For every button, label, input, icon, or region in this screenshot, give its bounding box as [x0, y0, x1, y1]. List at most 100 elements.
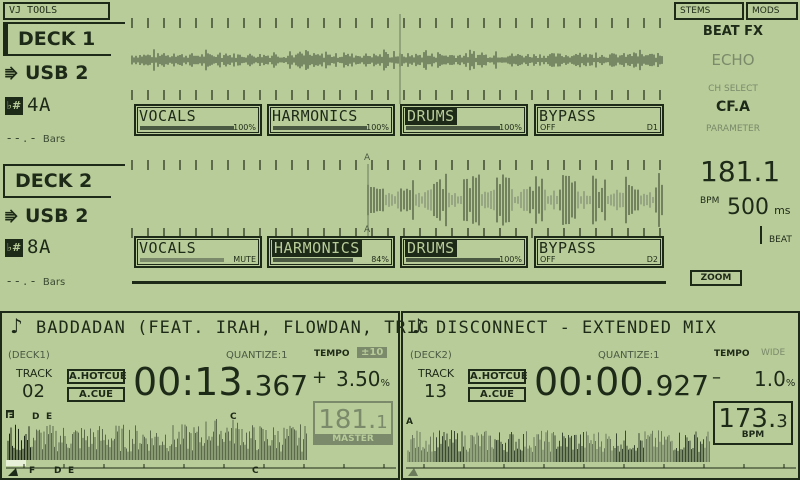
stem-off: OFF: [540, 255, 556, 264]
player1-tempo-sign: +: [312, 367, 328, 388]
zoom-button[interactable]: ZOOM: [690, 270, 742, 286]
player1-hotcue[interactable]: A.HOTCUE: [67, 369, 127, 384]
deck1-key-label: 4A: [27, 94, 51, 116]
deck2-stem-drums[interactable]: DRUMS 100%: [400, 236, 528, 268]
ch-select-value[interactable]: CF.A: [668, 99, 798, 115]
overview-cue-label: F: [7, 412, 13, 422]
player2-tempo-sign: –: [712, 367, 721, 388]
deck2-cue-marker-top: A: [364, 153, 371, 163]
player2-tempo-label: TEMPO: [714, 349, 750, 359]
deck2-key: ♭# 8A: [5, 236, 51, 258]
deck1-tab-label: DECK 1: [18, 28, 96, 50]
stem-label: HARMONICS: [272, 107, 358, 125]
player1-overview-waveform[interactable]: FFDDEECC: [4, 410, 398, 478]
usb-icon: ⭆: [5, 67, 18, 83]
player1-tempo-label: TEMPO: [314, 349, 350, 359]
stem-level-bar: [406, 258, 500, 262]
deck1-tab[interactable]: DECK 1: [3, 22, 125, 56]
stem-value: MUTE: [233, 255, 256, 264]
deck2-cue-marker-bottom: A: [364, 225, 371, 235]
music-note-icon: ♪: [10, 314, 23, 338]
fx-effect-name[interactable]: ECHO: [668, 51, 798, 69]
deck1-stem-drums[interactable]: DRUMS 100%: [400, 104, 528, 136]
parameter-label: PARAMETER: [706, 124, 760, 134]
stem-slot: D2: [646, 255, 658, 264]
player1-time-main: 00:13.: [133, 360, 255, 404]
stem-off: OFF: [540, 123, 556, 132]
stem-level-bar: [406, 126, 500, 130]
player1-title: BADDADAN (FEAT. IRAH, FLOWDAN, TRIG: [36, 318, 430, 338]
player1-track-number: 02: [22, 381, 45, 402]
fx-ms-value: 500: [727, 195, 769, 220]
deck1-bars-value: - - . -: [7, 131, 36, 145]
deck2-bars: - - . - Bars: [7, 274, 65, 288]
player1-tempo-value: 3.50: [336, 367, 381, 391]
key-icon: ♭#: [5, 96, 23, 115]
deck2-bars-unit: Bars: [42, 277, 66, 288]
stem-label: VOCALS: [139, 239, 197, 257]
player1-deck: (DECK1): [8, 350, 50, 361]
deck2-source-label: USB 2: [25, 205, 89, 227]
fx-ms-unit: ms: [774, 204, 791, 217]
stem-label: DRUMS: [405, 107, 457, 125]
tab-stems[interactable]: STEMS: [674, 2, 744, 20]
deck1-stem-vocals[interactable]: VOCALS 100%: [134, 104, 262, 136]
player1-time: 00:13.367: [133, 360, 308, 404]
stem-value: 100%: [499, 255, 522, 264]
deck2-stem-vocals[interactable]: VOCALS MUTE: [134, 236, 262, 268]
player2-title: DISCONNECT - EXTENDED MIX: [436, 318, 717, 338]
vj-tools-tab[interactable]: VJ TOOLS: [3, 2, 110, 20]
player1-tempo-unit: %: [380, 378, 391, 389]
deck1-key: ♭# 4A: [5, 94, 51, 116]
deck1-source: ⭆ USB 2: [5, 62, 88, 84]
player1-tempo: 3.50%: [336, 367, 390, 391]
player2-acue[interactable]: A.CUE: [468, 387, 526, 402]
usb-icon: ⭆: [5, 210, 18, 226]
player2-tempo-unit: %: [785, 378, 796, 389]
deck1-bars-unit: Bars: [42, 134, 66, 145]
player2-time: 00:00.927: [534, 360, 709, 404]
player2-track-number: 13: [424, 381, 447, 402]
beat-label: BEAT: [769, 235, 792, 245]
tab-mods[interactable]: MODS: [746, 2, 798, 20]
player2-time-main: 00:00.: [534, 360, 656, 404]
overview-cue-label: E: [46, 412, 52, 422]
player1-tempo-range[interactable]: ±10: [357, 347, 388, 358]
player1-deck-label: DECK1: [11, 350, 46, 361]
player2-overview-waveform[interactable]: A: [404, 410, 798, 478]
stem-value: 100%: [366, 123, 389, 132]
stem-level-bar: [140, 258, 224, 262]
fx-ms: 500 ms: [727, 195, 791, 220]
player2-tempo-range[interactable]: WIDE: [761, 348, 785, 358]
deck2-bars-value: - - . -: [7, 274, 36, 288]
player1-acue[interactable]: A.CUE: [67, 387, 125, 402]
stem-label: HARMONICS: [272, 239, 362, 257]
deck2-stem-bypass[interactable]: BYPASS OFF D2: [534, 236, 664, 268]
overview-position-marker: [408, 468, 418, 476]
player2-deck-label: DECK2: [413, 350, 448, 361]
beat-divider: [760, 226, 762, 244]
deck2-source: ⭆ USB 2: [5, 205, 88, 227]
player1-time-ms: 367: [254, 369, 309, 402]
stem-level-bar: [273, 126, 367, 130]
beat-fx-label: BEAT FX: [702, 24, 764, 39]
player2-hotcue[interactable]: A.HOTCUE: [468, 369, 528, 384]
stem-slot: D1: [646, 123, 658, 132]
deck1-source-label: USB 2: [25, 62, 89, 84]
deck1-stem-bypass[interactable]: BYPASS OFF D1: [534, 104, 664, 136]
deck1-stem-harmonics[interactable]: HARMONICS 100%: [267, 104, 395, 136]
player2-tempo: 1.0%: [754, 367, 795, 391]
key-icon: ♭#: [5, 238, 23, 257]
stem-value: 100%: [233, 123, 256, 132]
deck2-tab[interactable]: DECK 2: [3, 164, 125, 198]
deck2-stem-harmonics[interactable]: HARMONICS 84%: [267, 236, 395, 268]
stem-value: 100%: [499, 123, 522, 132]
stem-value: 84%: [371, 255, 389, 264]
deck2-tab-label: DECK 2: [15, 170, 93, 192]
waveform-bottom-rule: [132, 281, 666, 284]
stem-level-bar: [273, 258, 353, 262]
stem-label: VOCALS: [139, 107, 197, 125]
deck2-key-label: 8A: [27, 236, 51, 258]
overview-played-region: [6, 460, 26, 466]
player1-track-label: TRACK: [16, 367, 53, 380]
